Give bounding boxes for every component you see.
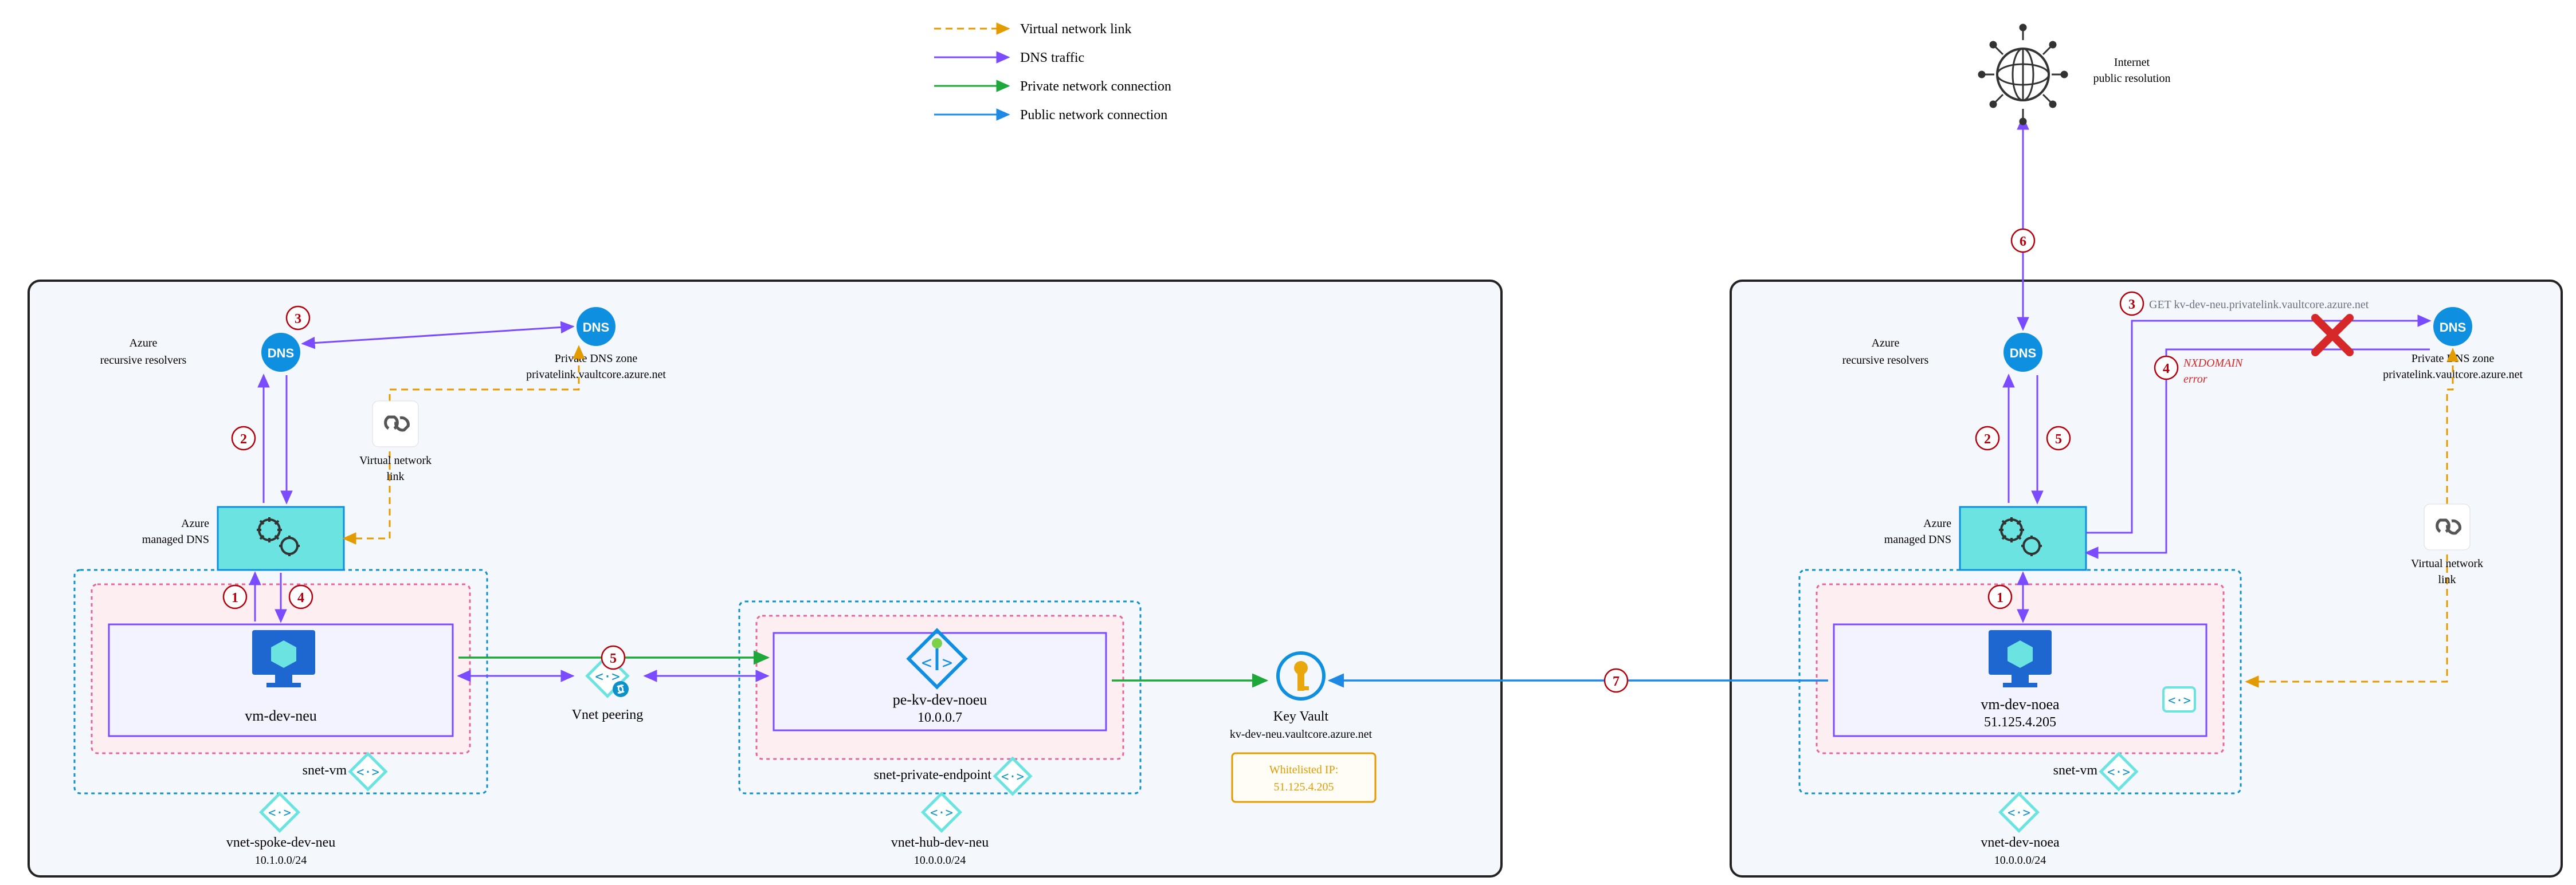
step-7: 7 bbox=[1613, 674, 1620, 689]
get-request-label: GET kv-dev-neu.privatelink.vaultcore.azu… bbox=[2149, 298, 2369, 311]
svg-text:DNS: DNS bbox=[2010, 346, 2036, 360]
nxdomain-label2: error bbox=[2183, 373, 2208, 386]
pe-title: pe-kv-dev-noeu bbox=[893, 691, 987, 708]
vnet-peering-label: Vnet peering bbox=[572, 707, 644, 722]
recursive-right-label2: recursive resolvers bbox=[1842, 354, 1929, 367]
legend-pub-label: Public network connection bbox=[1020, 108, 1167, 123]
vnet-right-title: vnet-dev-noea bbox=[1981, 835, 2060, 850]
vnet-hub-cidr: 10.0.0.0/24 bbox=[914, 854, 966, 867]
svg-text:<·>: <·> bbox=[268, 806, 291, 820]
vm-right-ip: 51.125.4.205 bbox=[1984, 715, 2056, 730]
managed-dns-right-label1: Azure bbox=[1923, 517, 1951, 530]
managed-dns-label1: Azure bbox=[181, 517, 209, 530]
svg-text:<·>: <·> bbox=[2008, 806, 2030, 820]
vnet-hub-title: vnet-hub-dev-neu bbox=[891, 835, 989, 850]
managed-dns-right-label2: managed DNS bbox=[1884, 533, 1951, 546]
snet-vm-right-label: snet-vm bbox=[2053, 763, 2098, 778]
step-6: 6 bbox=[2020, 234, 2026, 249]
svg-text:< >: < > bbox=[922, 653, 952, 673]
step-3-right: 3 bbox=[2128, 297, 2135, 312]
whitelist-title: Whitelisted IP: bbox=[1269, 764, 1339, 776]
whitelist-box bbox=[1232, 753, 1375, 802]
legend-dns-label: DNS traffic bbox=[1020, 50, 1084, 65]
step-2-left: 2 bbox=[240, 432, 247, 447]
vnet-link-right-label1: Virtual network bbox=[2411, 557, 2483, 570]
pe-ip: 10.0.0.7 bbox=[918, 710, 962, 725]
internet-label1: Internet bbox=[2114, 56, 2150, 69]
recursive-right-label1: Azure bbox=[1872, 337, 1900, 349]
managed-dns-label2: managed DNS bbox=[142, 533, 209, 546]
managed-dns-right bbox=[1960, 507, 2086, 570]
svg-text:<·>: <·> bbox=[356, 765, 379, 780]
vnet-spoke-title: vnet-spoke-dev-neu bbox=[226, 835, 336, 850]
legend-priv-label: Private network connection bbox=[1020, 79, 1171, 94]
svg-text:<·>: <·> bbox=[595, 668, 620, 685]
step-4-right: 4 bbox=[2163, 361, 2170, 376]
svg-text:DNS: DNS bbox=[268, 346, 294, 360]
globe-icon bbox=[1979, 25, 2067, 124]
nic-icon: <·> bbox=[2163, 687, 2195, 711]
step-3-left: 3 bbox=[295, 312, 301, 327]
svg-text:<·>: <·> bbox=[1001, 770, 1024, 784]
svg-text:<·>: <·> bbox=[2107, 765, 2130, 780]
step-4-left: 4 bbox=[297, 591, 304, 605]
legend: Virtual network link DNS traffic Private… bbox=[934, 22, 1171, 123]
pdns-title-left: Private DNS zone bbox=[555, 352, 638, 365]
step-2-right: 2 bbox=[1984, 432, 1991, 447]
architecture-diagram: Virtual network link DNS traffic Private… bbox=[0, 0, 2576, 885]
svg-text:<·>: <·> bbox=[930, 806, 953, 820]
recursive-label2: recursive resolvers bbox=[100, 354, 187, 367]
managed-dns-left bbox=[218, 507, 344, 570]
vnet-spoke-cidr: 10.1.0.0/24 bbox=[255, 854, 307, 867]
kv-title: Key Vault bbox=[1273, 709, 1329, 724]
svg-text:DNS: DNS bbox=[2440, 320, 2466, 335]
vnet-link-right-label2: link bbox=[2438, 573, 2456, 586]
pdns-sub-left: privatelink.vaultcore.azure.net bbox=[526, 368, 666, 381]
vm-left-label: vm-dev-neu bbox=[245, 707, 317, 724]
vnet-right-cidr: 10.0.0.0/24 bbox=[1994, 854, 2046, 867]
internet-label2: public resolution bbox=[2093, 72, 2171, 85]
vm-right-title: vm-dev-noea bbox=[1981, 696, 2060, 713]
vnet-link-label2: link bbox=[386, 470, 404, 483]
whitelist-ip: 51.125.4.205 bbox=[1274, 781, 1334, 793]
legend-vlink-label: Virtual network link bbox=[1020, 22, 1132, 37]
step-1-left: 1 bbox=[232, 591, 238, 605]
snet-vm-left-label: snet-vm bbox=[303, 763, 347, 778]
step-5: 5 bbox=[610, 651, 617, 666]
step-5-right: 5 bbox=[2055, 432, 2062, 447]
nxdomain-label1: NXDOMAIN bbox=[2183, 357, 2244, 369]
svg-text:<·>: <·> bbox=[2168, 694, 2191, 708]
recursive-label1: Azure bbox=[130, 337, 158, 349]
kv-fqdn: kv-dev-neu.vaultcore.azure.net bbox=[1230, 728, 1373, 741]
step-1-right: 1 bbox=[1997, 591, 2003, 605]
svg-text:DNS: DNS bbox=[583, 320, 609, 335]
vnet-link-label1: Virtual network bbox=[359, 454, 432, 467]
snet-pe-label: snet-private-endpoint bbox=[874, 768, 992, 782]
